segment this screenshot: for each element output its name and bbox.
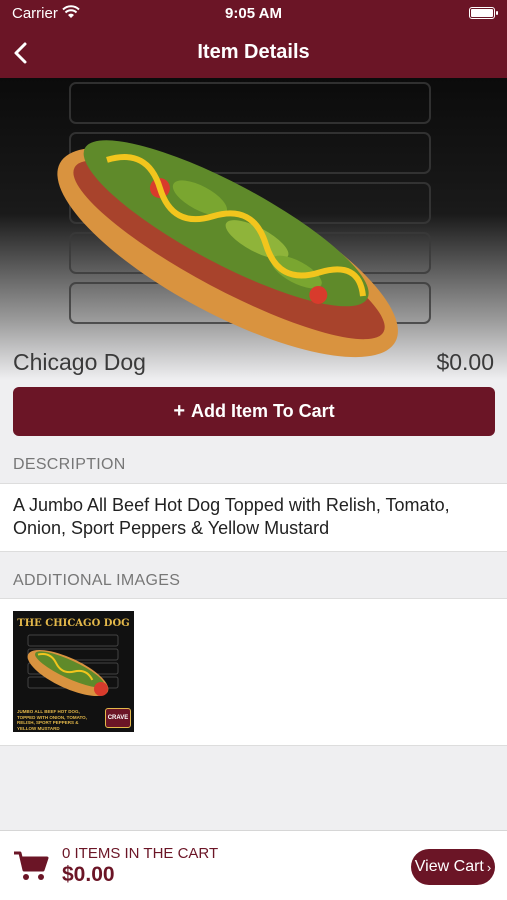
description-text: A Jumbo All Beef Hot Dog Topped with Rel… (0, 483, 507, 552)
cart-total: $0.00 (62, 863, 115, 886)
view-cart-button[interactable]: View Cart › (411, 849, 495, 885)
additional-image-thumbnail[interactable]: THE CHICAGO DOG JUMBO ALL BEEF HOT DOG, … (13, 611, 134, 732)
thumbnail-caption: JUMBO ALL BEEF HOT DOG, TOPPED WITH ONIO… (17, 709, 87, 731)
chevron-right-icon: › (486, 859, 492, 875)
page-title: Item Details (197, 41, 310, 63)
add-to-cart-button[interactable]: + Add Item To Cart (13, 387, 495, 436)
item-price: $0.00 (436, 349, 494, 375)
view-cart-label: View Cart (414, 858, 484, 875)
plus-icon: + (173, 400, 185, 422)
battery-icon (469, 7, 498, 19)
clock: 9:05 AM (225, 5, 282, 22)
cart-item-count: 0 ITEMS IN THE CART (62, 845, 219, 862)
additional-images-header: ADDITIONAL IMAGES (13, 572, 181, 589)
item-hero-image: Chicago Dog $0.00 (0, 78, 507, 380)
cart-summary-bar: 0 ITEMS IN THE CART $0.00 View Cart › (0, 830, 507, 900)
item-name: Chicago Dog (13, 349, 146, 375)
navigation-bar: Item Details (0, 28, 507, 78)
hot-dog-image (57, 82, 431, 358)
shopping-cart-icon[interactable] (13, 850, 49, 882)
status-bar: Carrier 9:05 AM (0, 0, 507, 28)
description-header: DESCRIPTION (13, 456, 126, 473)
crave-logo: CRAVE (105, 708, 131, 728)
additional-images-list: THE CHICAGO DOG JUMBO ALL BEEF HOT DOG, … (0, 598, 507, 746)
add-to-cart-label: Add Item To Cart (191, 401, 335, 421)
